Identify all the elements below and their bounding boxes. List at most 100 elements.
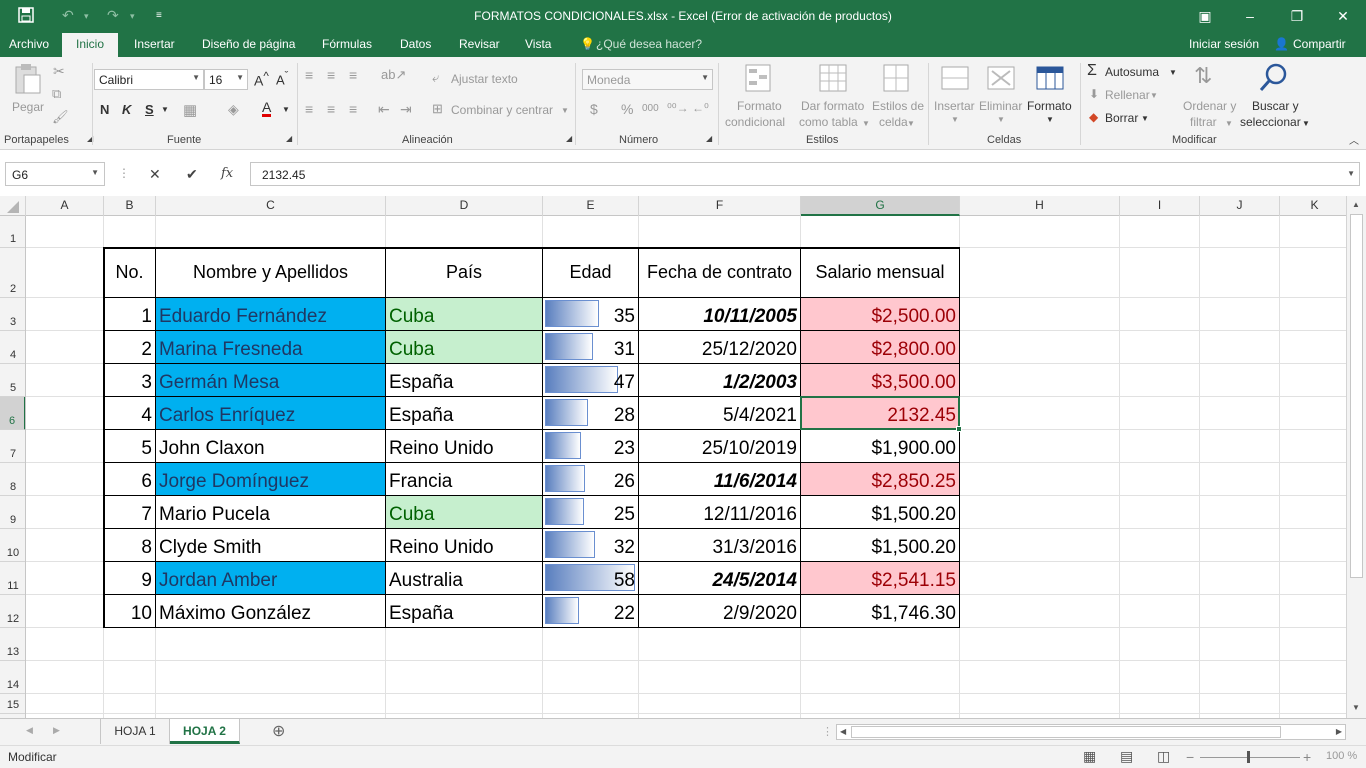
cell-age[interactable]: 58: [543, 562, 639, 595]
cell-age[interactable]: 26: [543, 463, 639, 496]
add-sheet-icon[interactable]: ⊕: [272, 721, 285, 741]
collapse-ribbon-icon[interactable]: ︿: [1349, 132, 1359, 147]
tab-inicio[interactable]: Inicio: [62, 33, 119, 57]
cell-age[interactable]: 31: [543, 331, 639, 364]
cell-date[interactable]: 25/12/2020: [639, 331, 801, 364]
cell-country[interactable]: Cuba: [386, 298, 543, 331]
cell-country[interactable]: España: [386, 397, 543, 430]
column-header-i[interactable]: I: [1120, 196, 1200, 216]
cell-date[interactable]: 2/9/2020: [639, 595, 801, 628]
zoom-slider-thumb[interactable]: [1247, 751, 1250, 763]
zoom-slider[interactable]: [1200, 757, 1300, 758]
cell-age[interactable]: 28: [543, 397, 639, 430]
cell-age[interactable]: 25: [543, 496, 639, 529]
chevron-down-icon[interactable]: ▼: [1141, 114, 1149, 123]
row-header-11[interactable]: 11: [0, 562, 25, 595]
thousands-icon[interactable]: 000: [642, 103, 659, 114]
cell-salary[interactable]: $2,541.15: [801, 562, 960, 595]
row-header-2[interactable]: 2: [0, 248, 25, 298]
sort-filter-button[interactable]: Ordenar y: [1183, 99, 1236, 113]
cell-no[interactable]: 5: [104, 430, 156, 463]
select-all-corner[interactable]: [0, 196, 26, 216]
cell-no[interactable]: 3: [104, 364, 156, 397]
cell-age[interactable]: 22: [543, 595, 639, 628]
cell-salary[interactable]: $2,850.25: [801, 463, 960, 496]
delete-cells-button[interactable]: Eliminar: [979, 99, 1022, 113]
cell-country[interactable]: Cuba: [386, 496, 543, 529]
font-color-icon[interactable]: A: [262, 100, 272, 117]
column-header-b[interactable]: B: [104, 196, 156, 216]
chevron-down-icon[interactable]: ▼: [1169, 68, 1177, 77]
cell-no[interactable]: 1: [104, 298, 156, 331]
insert-cells-icon[interactable]: [940, 63, 970, 95]
zoom-in-icon[interactable]: +: [1303, 749, 1311, 765]
wrap-text-button[interactable]: Ajustar texto: [451, 72, 518, 86]
format-as-table-button-line2[interactable]: como tabla: [799, 115, 858, 129]
cell-country[interactable]: Australia: [386, 562, 543, 595]
row-header-1[interactable]: 1: [0, 216, 25, 248]
conditional-format-button-line2[interactable]: condicional: [725, 115, 785, 129]
row-header-14[interactable]: 14: [0, 661, 25, 694]
normal-view-icon[interactable]: ▦: [1083, 748, 1096, 765]
sort-filter-button-line2[interactable]: filtrar: [1190, 115, 1217, 129]
align-top-icon[interactable]: ≡: [305, 67, 313, 83]
autosum-icon[interactable]: Σ: [1087, 62, 1097, 80]
cell-no[interactable]: 7: [104, 496, 156, 529]
fill-color-icon[interactable]: ◈: [228, 101, 239, 118]
shrink-font-icon[interactable]: Aˇ: [276, 70, 288, 87]
sheet-tab-hoja2[interactable]: HOJA 2: [170, 719, 240, 744]
formula-input[interactable]: 2132.45 ▼: [250, 162, 1360, 186]
row-header-12[interactable]: 12: [0, 595, 25, 628]
dialog-launcher-icon[interactable]: ◢: [286, 134, 292, 143]
cell-country[interactable]: Reino Unido: [386, 529, 543, 562]
tab-diseno-pagina[interactable]: Diseño de página: [202, 37, 295, 51]
bold-button[interactable]: N: [100, 102, 109, 117]
cell-country[interactable]: España: [386, 595, 543, 628]
cell-salary[interactable]: $1,500.20: [801, 496, 960, 529]
cell-no[interactable]: 9: [104, 562, 156, 595]
spreadsheet-grid[interactable]: No. Nombre y Apellidos País Edad Fecha de co…: [26, 216, 1346, 718]
cell-name[interactable]: Marina Fresneda: [156, 331, 386, 364]
italic-button[interactable]: K: [122, 102, 131, 117]
cell-name[interactable]: John Claxon: [156, 430, 386, 463]
chevron-down-icon[interactable]: ▼: [907, 119, 915, 128]
cell-salary[interactable]: $3,500.00: [801, 364, 960, 397]
header-salary[interactable]: Salario mensual: [801, 248, 960, 298]
dialog-launcher-icon[interactable]: ◢: [566, 134, 572, 143]
autosum-button[interactable]: Autosuma: [1105, 65, 1159, 79]
row-header-6[interactable]: 6: [0, 397, 25, 430]
zoom-out-icon[interactable]: −: [1186, 749, 1194, 765]
cancel-icon[interactable]: ✕: [149, 166, 161, 183]
close-button[interactable]: ✕: [1323, 4, 1363, 28]
name-box[interactable]: G6 ▼: [5, 162, 105, 186]
search-icon[interactable]: [1258, 62, 1288, 94]
font-name-combo[interactable]: Calibri ▼: [94, 69, 204, 90]
expand-formula-icon[interactable]: ▼: [1347, 169, 1355, 178]
format-cells-icon[interactable]: [1035, 63, 1065, 95]
grow-font-icon[interactable]: A^: [254, 70, 269, 89]
enter-icon[interactable]: ✔: [186, 166, 198, 183]
column-header-a[interactable]: A: [26, 196, 104, 216]
decrease-indent-icon[interactable]: ⇤: [378, 101, 390, 118]
cell-age[interactable]: 35: [543, 298, 639, 331]
vertical-scroll-thumb[interactable]: [1350, 214, 1363, 578]
share-button[interactable]: Compartir: [1293, 37, 1346, 51]
cell-salary[interactable]: $2,500.00: [801, 298, 960, 331]
cell-name[interactable]: Carlos Enríquez: [156, 397, 386, 430]
fill-handle[interactable]: [956, 426, 962, 432]
cell-name[interactable]: Germán Mesa: [156, 364, 386, 397]
scroll-right-icon[interactable]: ▶: [1336, 727, 1342, 736]
header-name[interactable]: Nombre y Apellidos: [156, 248, 386, 298]
increase-decimal-icon[interactable]: ⁰⁰→: [667, 101, 689, 115]
align-bottom-icon[interactable]: ≡: [349, 67, 357, 83]
chevron-down-icon[interactable]: ▼: [1046, 115, 1054, 124]
chevron-down-icon[interactable]: ▼: [561, 106, 569, 115]
horizontal-scrollbar[interactable]: ◀ ▶: [836, 724, 1346, 740]
format-cells-button[interactable]: Formato: [1027, 99, 1072, 113]
clear-button[interactable]: Borrar: [1105, 111, 1138, 125]
percent-icon[interactable]: %: [621, 101, 633, 117]
chevron-down-icon[interactable]: ▼: [161, 105, 169, 114]
header-age[interactable]: Edad: [543, 248, 639, 298]
format-as-table-icon[interactable]: [818, 63, 848, 95]
cell-date[interactable]: 11/6/2014: [639, 463, 801, 496]
